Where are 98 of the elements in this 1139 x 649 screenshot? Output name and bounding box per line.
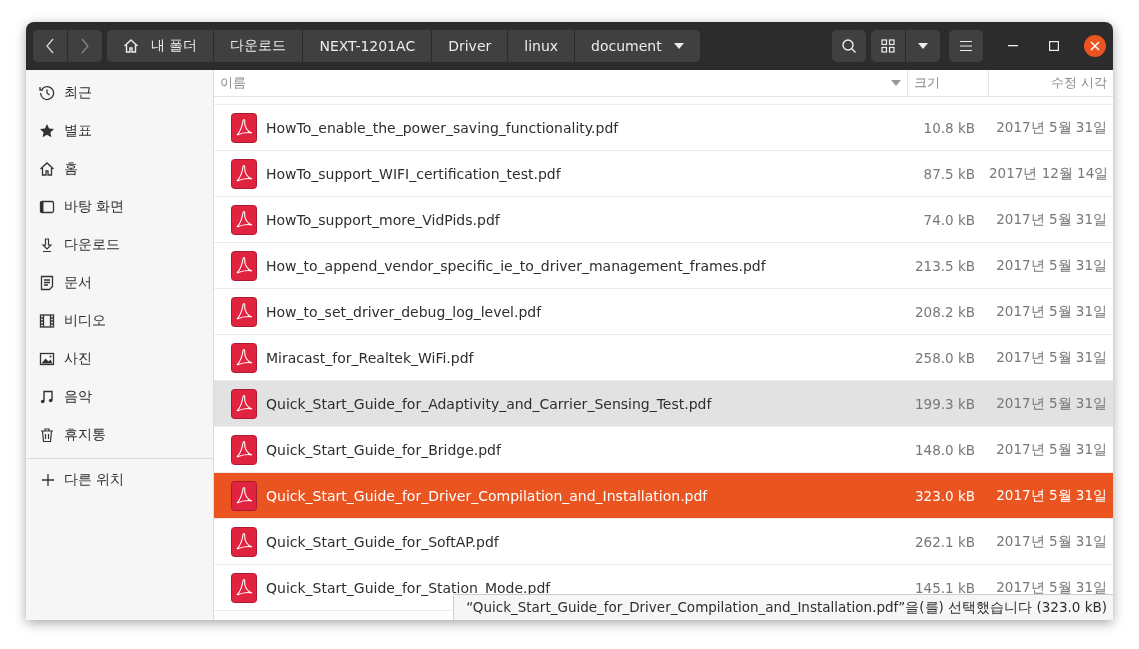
trash-icon [39,427,55,443]
file-name: HowTo_support_WIFI_certification_test.pdf [266,165,561,182]
maximize-icon [1049,41,1059,51]
sidebar-item[interactable]: 음악 [26,378,213,416]
close-icon [1090,41,1100,51]
music-note-icon [39,389,55,405]
sidebar-item[interactable]: 최근 [26,74,213,112]
window-icon [39,199,55,215]
chevron-left-icon [46,38,54,54]
file-size: 10.8 kB [922,119,976,136]
sidebar-item[interactable]: 문서 [26,264,213,302]
file-row[interactable]: HowTo_support_more_VidPids.pdf 74.0 kB 2017년 5월 31일 [214,197,1113,243]
document-icon [39,275,55,291]
file-name: HowTo_enable_the_power_saving_functionality.pdf [266,119,619,136]
sidebar-item[interactable]: 휴지통 [26,416,213,454]
file-size: 323.0 kB [913,487,976,504]
grid-icon [881,39,895,53]
file-size: 262.1 kB [913,533,976,550]
pdf-file-icon [231,526,257,557]
status-toast: “Quick_Start_Guide_for_Driver_Compilation_and_Installation.pdf”을(를) 선택했습니다 (323.0 kB) [453,594,1113,620]
modified-date: 2017년 12월 14일 [989,164,1110,183]
minimize-icon [1008,45,1018,47]
image-icon [39,351,55,367]
grid-view-button[interactable] [871,30,905,62]
back-button[interactable] [33,30,67,62]
file-size: 145.1 kB [913,579,976,596]
sidebar-item[interactable]: 비디오 [26,302,213,340]
file-size: 199.3 kB [913,395,976,412]
close-button[interactable] [1084,35,1106,57]
path-segment[interactable]: 내 폴더 [107,30,215,62]
clock-icon [39,85,55,101]
pdf-file-icon [231,480,257,511]
sidebar-item[interactable]: 사진 [26,340,213,378]
view-options-button[interactable] [905,30,940,62]
sidebar-item[interactable]: 별표 [26,112,213,150]
file-name: Quick_Start_Guide_for_SoftAP.pdf [266,533,499,550]
file-row[interactable]: How_to_append_vendor_specific_ie_to_driver_management_frames.pdf 213.5 kB 2017년 5월 31일 [214,243,1113,289]
pdf-file-icon [231,434,257,465]
file-row[interactable]: Quick_Start_Guide_for_SoftAP.pdf 262.1 kB 2017년 5월 31일 [214,519,1113,565]
file-name: Quick_Start_Guide_for_Bridge.pdf [266,441,501,458]
file-name: How_to_set_driver_debug_log_level.pdf [266,303,542,320]
sidebar-item[interactable]: 바탕 화면 [26,188,213,226]
file-name: Quick_Start_Guide_for_Driver_Compilation_and_Installation.pdf [266,487,708,504]
star-icon [39,123,55,139]
file-size: 213.5 kB [913,257,976,274]
column-header[interactable]: 수정 시각 [989,70,1113,96]
menu-icon [959,40,973,52]
pdf-file-icon [231,158,257,189]
column-header[interactable]: 이름 [214,70,908,96]
modified-date: 2017년 5월 31일 [995,394,1108,413]
pdf-file-icon [231,572,257,603]
sidebar-item[interactable]: 다운로드 [26,226,213,264]
download-icon [39,237,55,253]
file-name: Miracast_for_Realtek_WiFi.pdf [266,349,474,366]
pdf-file-icon [231,388,257,419]
file-name: Quick_Start_Guide_for_Station_Mode.pdf [266,579,551,596]
file-size: 208.2 kB [913,303,976,320]
modified-date: 2017년 5월 31일 [995,440,1108,459]
file-name: Quick_Start_Guide_for_Adaptivity_and_Carrier_Sensing_Test.pdf [266,395,712,412]
file-size: 148.0 kB [913,441,976,458]
modified-date: 2017년 5월 31일 [995,118,1108,137]
film-icon [39,313,55,329]
modified-date: 2017년 5월 31일 [995,256,1108,275]
modified-date: 2017년 5월 31일 [995,578,1108,597]
file-name: HowTo_support_more_VidPids.pdf [266,211,500,228]
file-row[interactable]: Quick_Start_Guide_for_Driver_Compilation_and_Installation.pdf 323.0 kB 2017년 5월 31일 [214,473,1113,519]
file-row[interactable]: HowTo_support_WIFI_certification_test.pdf 87.5 kB 2017년 12월 14일 [214,151,1113,197]
modified-date: 2017년 5월 31일 [995,532,1108,551]
home-icon [123,38,139,54]
file-size: 74.0 kB [922,211,976,228]
menu-button[interactable] [949,30,983,62]
modified-date: 2017년 5월 31일 [995,348,1108,367]
modified-date: 2017년 5월 31일 [995,210,1108,229]
pdf-file-icon [231,204,257,235]
sort-caret-icon [891,80,901,86]
file-name: How_to_append_vendor_specific_ie_to_driver_management_frames.pdf [266,257,766,274]
dropdown-caret-icon [673,43,684,49]
sidebar-item[interactable]: 다른 위치 [26,461,213,499]
file-size: 87.5 kB [922,165,976,182]
modified-date: 2017년 5월 31일 [995,486,1108,505]
column-header[interactable]: 크기 [908,70,989,96]
forward-button[interactable] [67,30,102,62]
pdf-file-icon [231,342,257,373]
sidebar-item[interactable]: 홈 [26,150,213,188]
file-row[interactable]: HowTo_enable_the_power_saving_functionality.pdf 10.8 kB 2017년 5월 31일 [214,105,1113,151]
modified-date: 2017년 5월 31일 [995,302,1108,321]
file-row[interactable]: How_to_set_driver_debug_log_level.pdf 208.2 kB 2017년 5월 31일 [214,289,1113,335]
pdf-file-icon [231,112,257,143]
search-icon [841,38,857,54]
pdf-file-icon [231,296,257,327]
search-button[interactable] [832,30,866,62]
home-icon [39,161,55,177]
chevron-right-icon [81,38,89,54]
file-row[interactable]: Quick_Start_Guide_for_Adaptivity_and_Carrier_Sensing_Test.pdf 199.3 kB 2017년 5월 31일 [214,381,1113,427]
plus-icon [41,473,55,487]
pdf-file-icon [231,250,257,281]
file-size: 258.0 kB [913,349,976,366]
caret-icon [918,43,928,49]
